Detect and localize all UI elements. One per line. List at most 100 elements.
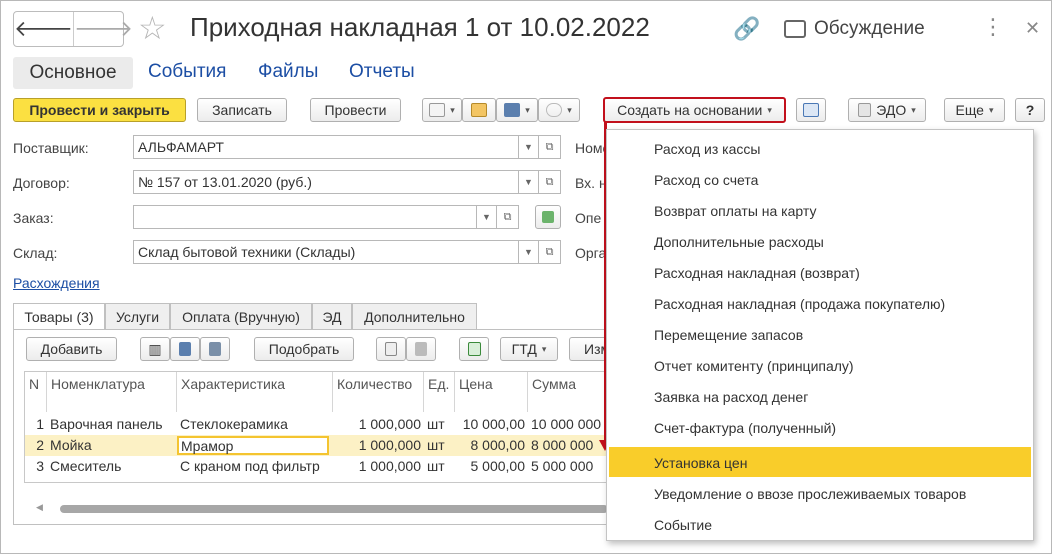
table-row-selected[interactable]: 2 Мойка Мрамор 1 000,000 шт 8 000,00 8 0… bbox=[25, 435, 609, 456]
close-icon[interactable]: ✕ bbox=[1025, 18, 1040, 39]
row-unit: шт bbox=[427, 437, 445, 453]
scanner-button[interactable] bbox=[170, 337, 200, 361]
warehouse-label: Склад: bbox=[13, 245, 58, 261]
menu-item-invoice-received[interactable]: Счет-фактура (полученный) bbox=[607, 412, 1033, 443]
horizontal-scrollbar[interactable]: ◀ bbox=[24, 502, 608, 514]
warehouse-field[interactable]: Склад бытовой техники (Склады) bbox=[133, 240, 519, 264]
characteristic-edit-field[interactable]: Мрамор bbox=[177, 436, 329, 455]
fill-by-order-button[interactable] bbox=[535, 205, 561, 229]
menu-item-cash-expense[interactable]: Расход из кассы bbox=[607, 133, 1033, 164]
more-button[interactable]: Еще ▾ bbox=[944, 98, 1005, 122]
col-header-n[interactable]: N bbox=[25, 372, 47, 412]
tab-main[interactable]: Основное bbox=[13, 57, 133, 89]
edo-label: ЭДО bbox=[876, 102, 907, 118]
post-and-close-button[interactable]: Провести и закрыть bbox=[13, 98, 186, 122]
row-price: 8 000,00 bbox=[470, 437, 526, 453]
edo-button[interactable]: ЭДО ▾ bbox=[848, 98, 926, 122]
kebab-menu-icon[interactable]: ⋮ bbox=[982, 14, 1004, 40]
warehouse-open-icon[interactable]: ⧉ bbox=[539, 240, 561, 264]
pick-button[interactable]: Подобрать bbox=[254, 337, 354, 361]
supplier-label: Поставщик: bbox=[13, 140, 89, 156]
copy-button[interactable] bbox=[376, 337, 406, 361]
save-button[interactable]: Записать bbox=[197, 98, 287, 122]
contract-dropdown-icon[interactable]: ▼ bbox=[519, 170, 539, 194]
tab-reports[interactable]: Отчеты bbox=[349, 61, 415, 83]
menu-item-additional-costs[interactable]: Дополнительные расходы bbox=[607, 226, 1033, 257]
menu-item-payment-request[interactable]: Заявка на расход денег bbox=[607, 381, 1033, 412]
menu-item-account-expense[interactable]: Расход со счета bbox=[607, 164, 1033, 195]
structure-button[interactable] bbox=[796, 98, 826, 122]
link-icon[interactable]: 🔗 bbox=[733, 16, 760, 42]
post-button[interactable]: Провести bbox=[310, 98, 401, 122]
nav-buttons: 🡐 🡒 bbox=[13, 11, 133, 47]
table-row[interactable]: 3 Смеситель С краном под фильтр 1 000,00… bbox=[25, 456, 609, 477]
discussion-button[interactable]: Обсуждение bbox=[784, 18, 925, 40]
tab-additional[interactable]: Дополнительно bbox=[352, 303, 477, 330]
col-header-sum[interactable]: Сумма bbox=[528, 372, 609, 412]
menu-item-card-refund[interactable]: Возврат оплаты на карту bbox=[607, 195, 1033, 226]
tab-services[interactable]: Услуги bbox=[105, 303, 170, 330]
print-button[interactable]: ▾ bbox=[496, 98, 538, 122]
order-label: Заказ: bbox=[13, 210, 54, 226]
row-sum: 5 000 000 bbox=[531, 458, 594, 474]
row-item: Смеситель bbox=[50, 458, 122, 474]
barcode-button[interactable]: ▥ bbox=[140, 337, 170, 361]
order-field[interactable] bbox=[133, 205, 477, 229]
chat-bubble-icon bbox=[784, 20, 806, 38]
create-based-on-button[interactable]: Создать на основании ▾ bbox=[603, 97, 786, 123]
paste-button[interactable] bbox=[406, 337, 436, 361]
goods-table: N Номенклатура Характеристика Количество… bbox=[24, 371, 609, 483]
tab-ed[interactable]: ЭД bbox=[312, 303, 352, 330]
forward-arrow-icon[interactable]: 🡒 bbox=[73, 12, 133, 46]
tab-payment[interactable]: Оплата (Вручную) bbox=[170, 303, 312, 330]
menu-item-stock-transfer[interactable]: Перемещение запасов bbox=[607, 319, 1033, 350]
order-dropdown-icon[interactable]: ▼ bbox=[477, 205, 497, 229]
order-open-icon[interactable]: ⧉ bbox=[497, 205, 519, 229]
star-icon[interactable]: ☆ bbox=[138, 12, 167, 44]
tab-events[interactable]: События bbox=[148, 61, 226, 83]
contract-label: Договор: bbox=[13, 175, 70, 191]
scrollbar-thumb[interactable] bbox=[60, 505, 608, 513]
col-header-quantity[interactable]: Количество bbox=[333, 372, 424, 412]
gtd-button[interactable]: ГТД ▾ bbox=[500, 337, 558, 361]
menu-item-return-invoice[interactable]: Расходная накладная (возврат) bbox=[607, 257, 1033, 288]
tab-goods[interactable]: Товары (3) bbox=[13, 303, 105, 330]
back-arrow-icon[interactable]: 🡐 bbox=[14, 12, 73, 46]
col-header-characteristic[interactable]: Характеристика bbox=[177, 372, 333, 412]
menu-item-sales-invoice[interactable]: Расходная накладная (продажа покупателю) bbox=[607, 288, 1033, 319]
create-based-on-label: Создать на основании bbox=[617, 102, 763, 118]
col-header-price[interactable]: Цена bbox=[455, 372, 528, 412]
row-price: 5 000,00 bbox=[470, 458, 526, 474]
fill-icon bbox=[542, 211, 554, 223]
email-button[interactable] bbox=[462, 98, 496, 122]
table-button[interactable] bbox=[459, 337, 489, 361]
tab-files[interactable]: Файлы bbox=[258, 61, 318, 83]
terminal-button[interactable] bbox=[200, 337, 230, 361]
supplier-open-icon[interactable]: ⧉ bbox=[539, 135, 561, 159]
warehouse-dropdown-icon[interactable]: ▼ bbox=[519, 240, 539, 264]
barcode-icon: ▥ bbox=[148, 340, 162, 357]
status-button[interactable]: ▾ bbox=[538, 98, 580, 122]
document-icon bbox=[429, 103, 446, 117]
scroll-left-icon[interactable]: ◀ bbox=[36, 502, 43, 513]
add-item-button[interactable]: Добавить bbox=[26, 337, 117, 361]
table-row[interactable]: 1 Варочная панель Стеклокерамика 1 000,0… bbox=[25, 414, 609, 435]
contract-field[interactable]: № 157 от 13.01.2020 (руб.) bbox=[133, 170, 519, 194]
supplier-field[interactable]: АЛЬФАМАРТ bbox=[133, 135, 519, 159]
more-label: Еще bbox=[955, 102, 984, 118]
document-add-button[interactable]: ▾ bbox=[422, 98, 462, 122]
col-header-unit[interactable]: Ед. bbox=[424, 372, 455, 412]
change-button[interactable]: Изм bbox=[569, 337, 607, 361]
contract-open-icon[interactable]: ⧉ bbox=[539, 170, 561, 194]
scanner-icon bbox=[179, 342, 191, 356]
supplier-dropdown-icon[interactable]: ▼ bbox=[519, 135, 539, 159]
row-quantity: 1 000,000 bbox=[358, 437, 421, 453]
help-button[interactable]: ? bbox=[1015, 98, 1045, 122]
menu-item-event[interactable]: Событие bbox=[607, 509, 1033, 540]
menu-item-principal-report[interactable]: Отчет комитенту (принципалу) bbox=[607, 350, 1033, 381]
discrepancies-link[interactable]: Расхождения bbox=[13, 275, 100, 291]
menu-item-price-setting[interactable]: Установка цен bbox=[609, 447, 1031, 477]
row-characteristic-cell[interactable]: Мрамор bbox=[177, 435, 333, 456]
menu-item-traceable-import[interactable]: Уведомление о ввозе прослеживаемых товар… bbox=[607, 478, 1033, 509]
col-header-item[interactable]: Номенклатура bbox=[47, 372, 177, 412]
